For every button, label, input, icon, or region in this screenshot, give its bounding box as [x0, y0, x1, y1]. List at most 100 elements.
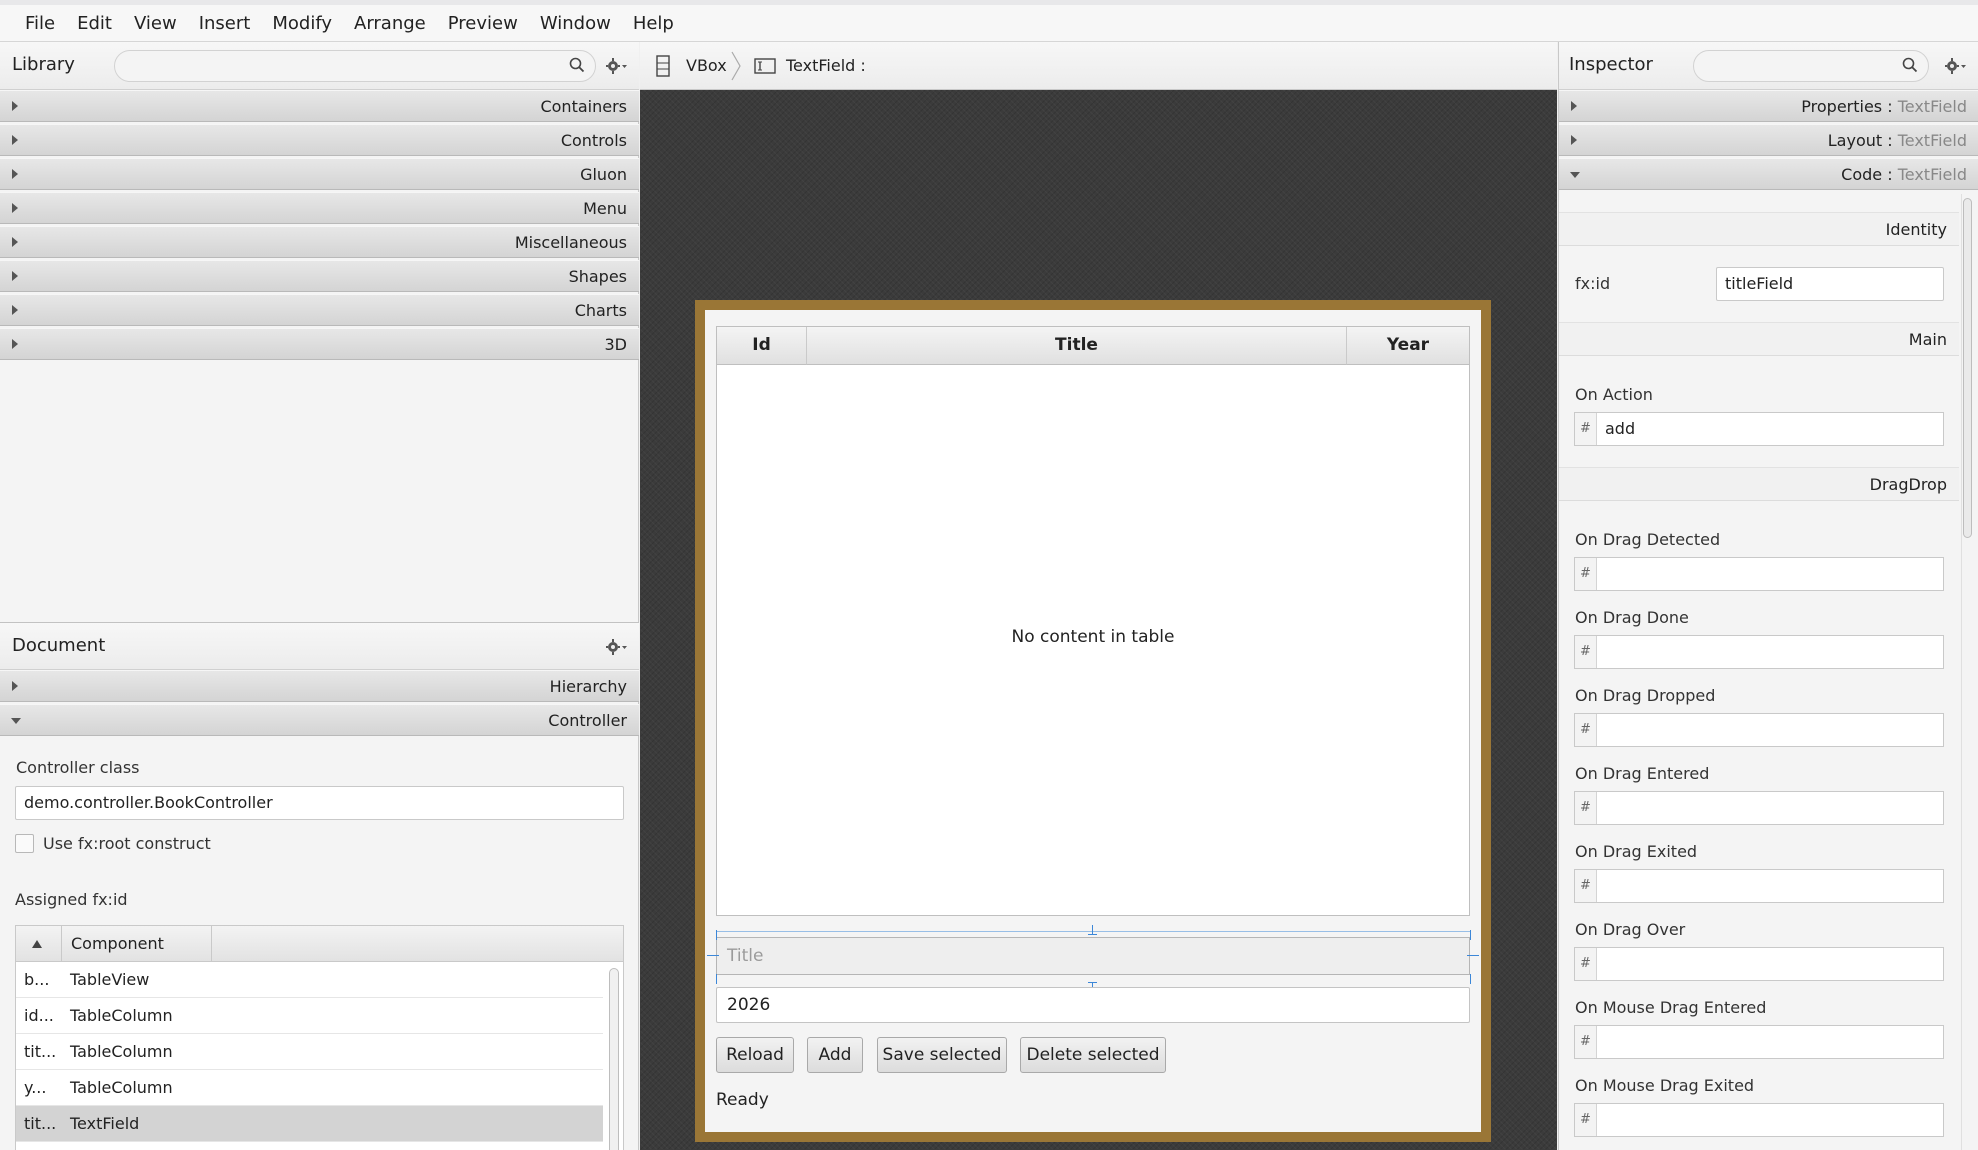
expand-arrow-icon [12, 169, 18, 179]
table-row[interactable]: b... TableView [16, 962, 603, 998]
selection-corner-tl[interactable] [716, 930, 717, 940]
column-header-year[interactable]: Year [1347, 327, 1469, 365]
menu-view[interactable]: View [123, 13, 188, 34]
add-button[interactable]: Add [807, 1037, 863, 1073]
on-drag-dropped-field[interactable]: # [1574, 713, 1944, 747]
save-selected-button[interactable]: Save selected [877, 1037, 1007, 1073]
vbox-icon [656, 55, 670, 77]
fxid-field[interactable]: titleField [1716, 267, 1944, 301]
document-section-controller[interactable]: Controller [0, 704, 639, 736]
delete-selected-button[interactable]: Delete selected [1020, 1037, 1166, 1073]
on-drag-done-field[interactable]: # [1574, 635, 1944, 669]
inspector-gear-icon[interactable] [1945, 57, 1967, 75]
menu-file[interactable]: File [14, 13, 66, 34]
inspector-section-properties[interactable]: Properties : TextField [1559, 90, 1978, 122]
library-section-shapes[interactable]: Shapes [0, 260, 639, 292]
library-header: Library [0, 42, 639, 90]
library-gear-icon[interactable] [606, 57, 628, 75]
menu-bar: File Edit View Insert Modify Arrange Pre… [0, 0, 1978, 42]
library-section-controls[interactable]: Controls [0, 124, 639, 156]
section-label: Containers [540, 97, 627, 116]
section-label: Menu [583, 199, 627, 218]
on-drag-detected-field[interactable]: # [1574, 557, 1944, 591]
row-fxid: b... [24, 970, 50, 989]
on-drag-entered-field[interactable]: # [1574, 791, 1944, 825]
inspector-section-layout[interactable]: Layout : TextField [1559, 124, 1978, 156]
selection-corner-bl[interactable] [716, 974, 717, 984]
on-drag-dropped-label: On Drag Dropped [1575, 686, 1716, 705]
selection-handle-left[interactable] [707, 955, 719, 956]
menu-modify[interactable]: Modify [261, 13, 343, 34]
inspector-scrollbar[interactable] [1961, 194, 1973, 1150]
controller-class-field[interactable]: demo.controller.BookController [15, 786, 624, 820]
document-title: Document [12, 635, 106, 656]
hash-prefix: # [1575, 636, 1597, 668]
table-scrollbar[interactable] [609, 968, 619, 1150]
table-placeholder: No content in table [1011, 627, 1175, 647]
inspector-search-input[interactable] [1693, 50, 1929, 82]
selection-corner-tr[interactable] [1470, 930, 1471, 940]
column-header-id[interactable]: Id [717, 327, 807, 365]
library-section-menu[interactable]: Menu [0, 192, 639, 224]
main-group-header: Main [1559, 322, 1959, 356]
hash-prefix: # [1575, 714, 1597, 746]
reload-button[interactable]: Reload [716, 1037, 794, 1073]
hash-prefix: # [1575, 1026, 1597, 1058]
textfield-icon [754, 58, 776, 74]
selection-handle-right[interactable] [1467, 955, 1479, 956]
dragdrop-group-header: DragDrop [1559, 467, 1959, 501]
table-row[interactable]: y... TableColumn [16, 1070, 603, 1106]
on-drag-exited-field[interactable]: # [1574, 869, 1944, 903]
menu-insert[interactable]: Insert [188, 13, 262, 34]
fxid-label: fx:id [1575, 274, 1611, 293]
menu-preview[interactable]: Preview [437, 13, 529, 34]
column-header-title[interactable]: Title [807, 327, 1347, 365]
scrollbar-thumb[interactable] [1963, 198, 1972, 538]
on-drag-done-label: On Drag Done [1575, 608, 1689, 627]
library-section-gluon[interactable]: Gluon [0, 158, 639, 190]
inspector-section-code[interactable]: Code : TextField [1559, 158, 1978, 190]
library-section-containers[interactable]: Containers [0, 90, 639, 122]
title-field[interactable]: Title [716, 937, 1470, 975]
expand-arrow-icon [12, 101, 18, 111]
document-gear-icon[interactable] [606, 638, 628, 656]
selection-handle-top-bar [1088, 934, 1097, 935]
library-section-3d[interactable]: 3D [0, 328, 639, 360]
controller-class-label: Controller class [16, 758, 140, 777]
table-row[interactable]: tit... TableColumn [16, 1034, 603, 1070]
menu-help[interactable]: Help [622, 13, 685, 34]
section-label: Charts [574, 301, 627, 320]
on-action-label: On Action [1575, 385, 1653, 404]
year-field[interactable]: 2026 [716, 987, 1470, 1023]
table-row-selected[interactable]: tit... TextField [16, 1106, 603, 1142]
use-fxroot-checkbox[interactable] [15, 834, 34, 853]
table-row[interactable]: id... TableColumn [16, 998, 603, 1034]
empty-column-header [212, 926, 623, 962]
breadcrumb-vbox[interactable]: VBox [686, 56, 727, 75]
search-icon [1902, 57, 1918, 73]
menu-edit[interactable]: Edit [66, 13, 123, 34]
on-mouse-drag-entered-field[interactable]: # [1574, 1025, 1944, 1059]
section-sub: TextField [1897, 165, 1967, 184]
section-label: Shapes [568, 267, 627, 286]
sort-column-header[interactable] [16, 926, 62, 962]
left-panel: Library Containers Controls Gluon Menu M… [0, 42, 639, 1150]
document-section-hierarchy[interactable]: Hierarchy [0, 670, 639, 702]
scene-root-vbox[interactable]: Id Title Year No content in table Title … [705, 310, 1481, 1132]
hash-prefix: # [1575, 870, 1597, 902]
on-action-field[interactable]: # add [1574, 412, 1944, 446]
inspector-panel: Inspector Properties : TextField Layout … [1558, 42, 1978, 1150]
books-table[interactable]: Id Title Year No content in table [716, 326, 1470, 916]
library-search-input[interactable] [114, 50, 596, 82]
library-section-charts[interactable]: Charts [0, 294, 639, 326]
menu-arrange[interactable]: Arrange [343, 13, 437, 34]
inspector-header: Inspector [1559, 42, 1978, 90]
section-separator: : [1882, 165, 1898, 184]
library-section-miscellaneous[interactable]: Miscellaneous [0, 226, 639, 258]
selection-corner-br[interactable] [1470, 974, 1471, 984]
on-mouse-drag-exited-field[interactable]: # [1574, 1103, 1944, 1137]
menu-window[interactable]: Window [529, 13, 622, 34]
on-drag-over-field[interactable]: # [1574, 947, 1944, 981]
breadcrumb-textfield[interactable]: TextField : [786, 56, 866, 75]
component-column-header[interactable]: Component [62, 926, 212, 962]
